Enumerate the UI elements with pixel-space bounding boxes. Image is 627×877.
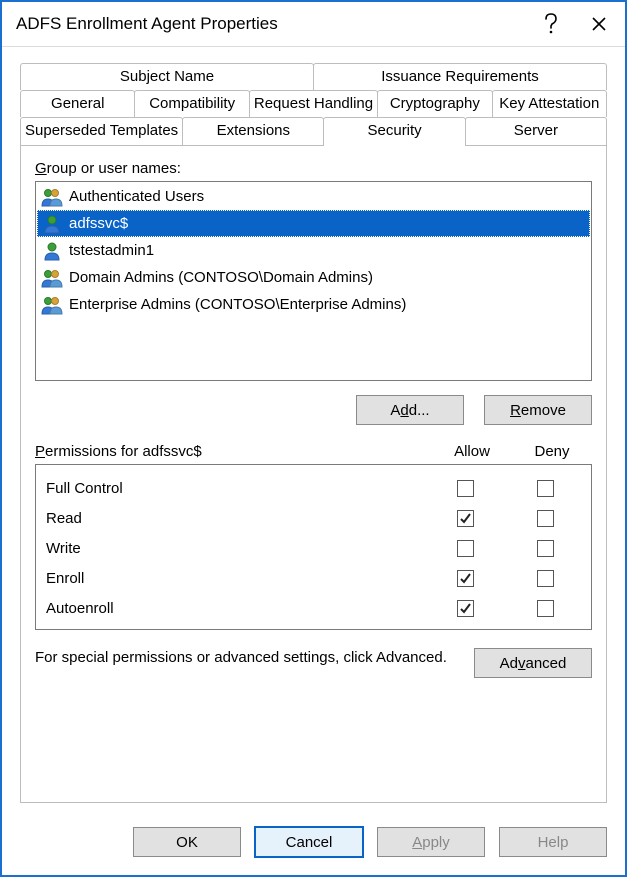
group-icon [41,294,63,316]
advanced-button[interactable]: Advanced [474,648,592,678]
close-icon [592,17,606,31]
deny-checkbox[interactable] [537,540,554,557]
cancel-button[interactable]: Cancel [255,827,363,857]
permission-name: Read [46,510,425,527]
tab-superseded-templates[interactable]: Superseded Templates [20,117,183,145]
help-footer-button[interactable]: Help [499,827,607,857]
advanced-hint: For special permissions or advanced sett… [35,648,454,668]
permission-row: Enroll [46,563,585,593]
tab-key-attestation[interactable]: Key Attestation [492,90,607,117]
deny-checkbox[interactable] [537,510,554,527]
tab-security[interactable]: Security [323,117,465,146]
principal-name: Enterprise Admins (CONTOSO\Enterprise Ad… [69,296,406,313]
dialog-button-bar: OK Cancel Apply Help [2,813,625,875]
permission-row: Write [46,533,585,563]
list-item[interactable]: Authenticated Users [37,183,590,210]
principal-name: adfssvc$ [69,215,128,232]
list-item[interactable]: adfssvc$ [37,210,590,237]
column-deny: Deny [512,443,592,460]
group-icon [41,186,63,208]
principal-name: Domain Admins (CONTOSO\Domain Admins) [69,269,373,286]
allow-checkbox[interactable] [457,540,474,557]
dialog-title: ADFS Enrollment Agent Properties [16,14,527,34]
permission-name: Autoenroll [46,600,425,617]
allow-checkbox[interactable] [457,570,474,587]
tab-subject-name[interactable]: Subject Name [20,63,314,90]
permission-name: Full Control [46,480,425,497]
group-icon [41,267,63,289]
tab-general[interactable]: General [20,90,135,117]
deny-checkbox[interactable] [537,480,554,497]
permissions-header: Permissions for adfssvc$ Allow Deny [35,443,592,460]
tab-extensions[interactable]: Extensions [182,117,324,145]
tab-compatibility[interactable]: Compatibility [134,90,249,117]
dialog-window: ADFS Enrollment Agent Properties Subject… [0,0,627,877]
permission-row: Autoenroll [46,593,585,623]
permission-row: Read [46,503,585,533]
permissions-list: Full Control Read Write Enroll Autoenroll [35,464,592,630]
permission-name: Enroll [46,570,425,587]
help-button[interactable] [527,4,575,44]
question-icon [544,13,558,35]
user-icon [41,240,63,262]
titlebar: ADFS Enrollment Agent Properties [2,2,625,47]
column-allow: Allow [432,443,512,460]
principal-name: tstestadmin1 [69,242,154,259]
client-area: Subject NameIssuance Requirements Genera… [2,47,625,813]
apply-button[interactable]: Apply [377,827,485,857]
advanced-section: For special permissions or advanced sett… [35,648,592,678]
deny-checkbox[interactable] [537,570,554,587]
permission-name: Write [46,540,425,557]
remove-button[interactable]: Remove [484,395,592,425]
permission-row: Full Control [46,473,585,503]
list-item[interactable]: Enterprise Admins (CONTOSO\Enterprise Ad… [37,291,590,318]
close-button[interactable] [575,4,623,44]
tab-page-security: Group or user names: Authenticated Users… [20,145,607,803]
allow-checkbox[interactable] [457,600,474,617]
list-item[interactable]: tstestadmin1 [37,237,590,264]
tab-server[interactable]: Server [465,117,607,145]
user-icon [41,213,63,235]
principals-listbox[interactable]: Authenticated Users adfssvc$ tstestadmin… [35,181,592,381]
principal-buttons: Add... Remove [35,395,592,425]
add-button[interactable]: Add... [356,395,464,425]
allow-checkbox[interactable] [457,480,474,497]
principal-name: Authenticated Users [69,188,204,205]
group-or-user-names-label: Group or user names: [35,160,592,177]
ok-button[interactable]: OK [133,827,241,857]
allow-checkbox[interactable] [457,510,474,527]
deny-checkbox[interactable] [537,600,554,617]
tab-issuance-requirements[interactable]: Issuance Requirements [313,63,607,90]
tab-control: Subject NameIssuance Requirements Genera… [20,63,607,145]
tab-request-handling[interactable]: Request Handling [249,90,378,117]
tab-cryptography[interactable]: Cryptography [377,90,492,117]
list-item[interactable]: Domain Admins (CONTOSO\Domain Admins) [37,264,590,291]
